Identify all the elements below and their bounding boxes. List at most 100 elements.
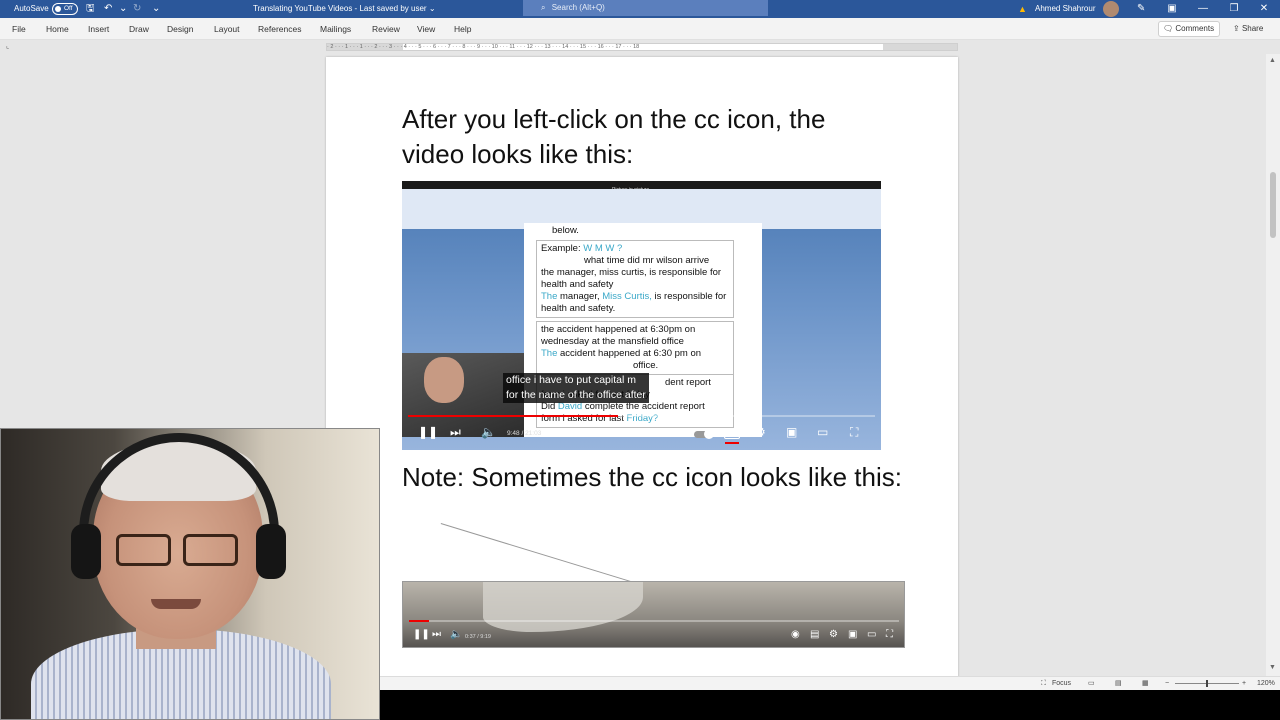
video2-cc-icon[interactable]: ▤ <box>810 629 819 640</box>
customize-toolbar-icon[interactable]: ⌄ <box>152 0 160 18</box>
warning-icon[interactable]: ▲ <box>1018 0 1027 18</box>
zoom-out-icon[interactable]: − <box>1165 677 1169 690</box>
print-layout-icon[interactable]: ▤ <box>1115 677 1122 690</box>
comments-label: Comments <box>1175 24 1215 33</box>
headset-earcup-right <box>256 524 286 579</box>
share-button[interactable]: ⇪ Share <box>1229 21 1273 37</box>
video-example-label: Example: <box>541 243 581 254</box>
horizontal-ruler[interactable]: · 2 · · · 1 · · · 1 · · · 2 · · · 3 · · … <box>326 43 958 51</box>
tab-draw[interactable]: Draw <box>129 18 149 40</box>
tab-layout[interactable]: Layout <box>214 18 240 40</box>
video-line-3-the: The <box>541 291 558 302</box>
miniplayer-icon[interactable]: ▣ <box>786 425 797 439</box>
zoom-slider[interactable] <box>1175 680 1239 687</box>
video2-time: 0:37 / 9:19 <box>465 634 491 640</box>
pause-icon[interactable]: ❚❚ <box>418 425 438 439</box>
avatar[interactable] <box>1103 1 1119 17</box>
zoom-in-icon[interactable]: + <box>1242 677 1246 690</box>
tab-review[interactable]: Review <box>372 18 400 40</box>
closed-caption: office i have to put capital m for the n… <box>503 373 649 403</box>
save-icon[interactable]: 🖫 <box>86 0 95 18</box>
close-icon[interactable]: ✕ <box>1254 0 1274 18</box>
share-label: Share <box>1241 24 1264 33</box>
cc-icon[interactable]: CC <box>724 428 740 444</box>
glasses-lens-right <box>183 534 238 566</box>
tab-insert[interactable]: Insert <box>88 18 109 40</box>
scrollbar-thumb[interactable] <box>1270 172 1276 238</box>
screenshot-video-with-captions[interactable]: Picture in picture below. Example: W M W… <box>402 181 881 450</box>
ruler-margin-right <box>883 44 957 50</box>
video2-autoplay-icon[interactable]: ◉ <box>791 629 800 640</box>
fullscreen-icon[interactable]: ⛶ <box>850 425 858 440</box>
undo-icon[interactable]: ↶ <box>104 0 112 18</box>
presenter-face <box>424 357 464 403</box>
undo-dropdown-icon[interactable]: ⌄ <box>119 0 127 18</box>
drawn-line <box>440 523 633 583</box>
search-input[interactable]: ⌕ Search (Alt+Q) <box>523 0 768 16</box>
video-progress-bar[interactable] <box>408 415 875 417</box>
video-progress-fill <box>408 415 619 417</box>
vertical-scrollbar[interactable]: ▲ ▼ <box>1266 54 1280 676</box>
tab-mailings[interactable]: Mailings <box>320 18 351 40</box>
minimize-icon[interactable]: — <box>1193 0 1213 18</box>
video2-volume-icon[interactable]: 🔈 <box>450 629 462 640</box>
pen-icon[interactable]: ✎ <box>1137 0 1145 18</box>
paragraph-note[interactable]: Note: Sometimes the cc icon looks like t… <box>402 460 902 495</box>
video2-theater-mode-icon[interactable]: ▭ <box>867 629 876 640</box>
zoom-level[interactable]: 120% <box>1257 677 1275 690</box>
video2-pause-icon[interactable]: ❚❚ <box>413 629 430 640</box>
headset-earcup-left <box>71 524 101 579</box>
tab-selector-icon[interactable]: ⌞ <box>6 42 9 50</box>
tab-references[interactable]: References <box>258 18 301 40</box>
autoplay-toggle[interactable] <box>694 429 714 439</box>
autosave-label: AutoSave <box>14 4 49 13</box>
ruler-marks: · 2 · · · 1 · · · 1 · · · 2 · · · 3 · · … <box>327 44 640 50</box>
ruler-area: ⌞ · 2 · · · 1 · · · 1 · · · 2 · · · 3 · … <box>0 40 1280 54</box>
glasses-lens-left <box>116 534 171 566</box>
theater-mode-icon[interactable]: ▭ <box>817 425 828 439</box>
next-icon[interactable]: ⏭ <box>450 425 461 440</box>
video-controls: ❚❚ ⏭ 🔈 9:48 / 21:03 CC ⚙ ▣ ▭ ⛶ <box>402 422 881 446</box>
restore-icon[interactable]: ❐ <box>1224 0 1244 18</box>
document-title[interactable]: Translating YouTube Videos - Last saved … <box>253 0 436 18</box>
video-line-3-name: Miss Curtis, <box>602 291 652 302</box>
comments-button[interactable]: 🗨 Comments <box>1158 21 1220 37</box>
tab-view[interactable]: View <box>417 18 435 40</box>
video2-miniplayer-icon[interactable]: ▣ <box>848 629 857 640</box>
video-document-page: below. Example: W M W ? what time did mr… <box>524 223 762 437</box>
focus-icon[interactable]: ⛶ <box>1041 677 1046 690</box>
autosave-toggle[interactable]: Off <box>52 3 78 15</box>
volume-icon[interactable]: 🔈 <box>481 425 496 439</box>
video2-progress-bar[interactable] <box>409 620 899 622</box>
webcam-overlay <box>0 428 380 720</box>
video-line-4: the accident happened at 6:30pm on wedne… <box>541 324 696 347</box>
focus-label[interactable]: Focus <box>1052 677 1071 690</box>
video2-frame-shape <box>483 582 643 632</box>
tab-design[interactable]: Design <box>167 18 193 40</box>
ribbon-display-icon[interactable]: ▣ <box>1162 0 1182 18</box>
video2-next-icon[interactable]: ⏭ <box>432 629 441 640</box>
video-example-markers: W M W ? <box>583 243 623 254</box>
user-name[interactable]: Ahmed Shahrour <box>1035 0 1095 18</box>
redo-icon[interactable]: ↻ <box>133 0 141 18</box>
tab-home[interactable]: Home <box>46 18 69 40</box>
video2-controls: ❚❚ ⏭ 🔈 0:37 / 9:19 ◉ ▤ ⚙ ▣ ▭ ⛶ <box>403 627 904 647</box>
scroll-up-icon[interactable]: ▲ <box>1269 57 1276 64</box>
read-mode-icon[interactable]: ▭ <box>1088 677 1095 690</box>
video-line-1: what time did mr wilson arrive <box>584 255 710 266</box>
scroll-down-icon[interactable]: ▼ <box>1269 664 1276 671</box>
video2-progress-fill <box>409 620 429 622</box>
tab-help[interactable]: Help <box>454 18 471 40</box>
screenshot-video-alt-cc[interactable]: ❚❚ ⏭ 🔈 0:37 / 9:19 ◉ ▤ ⚙ ▣ ▭ ⛶ <box>402 581 905 648</box>
web-layout-icon[interactable]: ▦ <box>1142 677 1149 690</box>
video-doc-below: below. <box>552 225 579 236</box>
document-page[interactable]: After you left-click on the cc icon, the… <box>326 57 958 676</box>
video-time: 9:48 / 21:03 <box>507 430 542 437</box>
tab-file[interactable]: File <box>12 18 26 40</box>
video-line-2: the manager, miss curtis, is responsible… <box>541 267 722 290</box>
paragraph-after-click[interactable]: After you left-click on the cc icon, the… <box>402 102 892 172</box>
video2-fullscreen-icon[interactable]: ⛶ <box>886 629 893 640</box>
video-line-3-mid: manager, <box>557 291 603 302</box>
video2-settings-gear-icon[interactable]: ⚙ <box>829 629 838 640</box>
settings-gear-icon[interactable]: ⚙ <box>755 425 766 439</box>
